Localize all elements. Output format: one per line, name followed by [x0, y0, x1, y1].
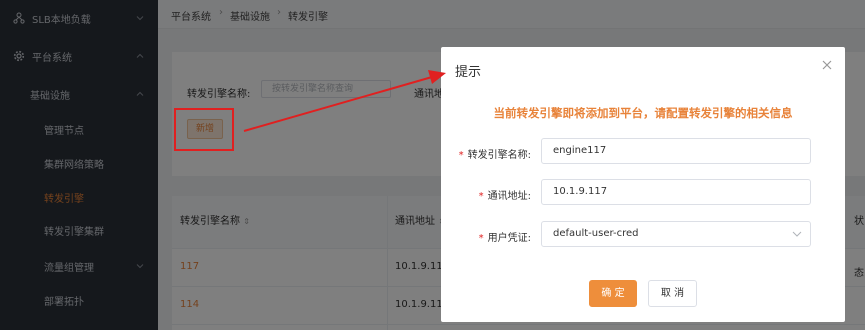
engine-name-label: * 转发引擎名称:	[459, 146, 531, 161]
dialog-title: 提示	[455, 65, 482, 80]
cancel-button[interactable]: 取 消	[648, 280, 697, 307]
address-input[interactable]: 10.1.9.117	[541, 179, 811, 205]
field-label-text: 转发引擎名称:	[467, 150, 531, 161]
credential-select[interactable]: default-user-cred	[541, 221, 811, 247]
credential-label: * 用户凭证:	[479, 229, 531, 244]
field-label-text: 通讯地址:	[487, 191, 531, 202]
confirm-button[interactable]: 确 定	[589, 280, 637, 307]
dialog-notice: 当前转发引擎即将添加到平台，请配置转发引擎的相关信息	[493, 106, 793, 120]
close-icon[interactable]	[821, 59, 833, 71]
address-label: * 通讯地址:	[479, 187, 531, 202]
required-mark: *	[458, 150, 464, 161]
annotation-highlight-box	[174, 108, 234, 151]
required-mark: *	[478, 233, 484, 244]
credential-select-value: default-user-cred	[553, 228, 639, 239]
chevron-down-icon	[792, 231, 802, 237]
add-engine-dialog: 提示 当前转发引擎即将添加到平台，请配置转发引擎的相关信息 * 转发引擎名称: e…	[441, 47, 845, 322]
field-label-text: 用户凭证:	[487, 233, 531, 244]
engine-name-input[interactable]: engine117	[541, 138, 811, 164]
required-mark: *	[478, 191, 484, 202]
